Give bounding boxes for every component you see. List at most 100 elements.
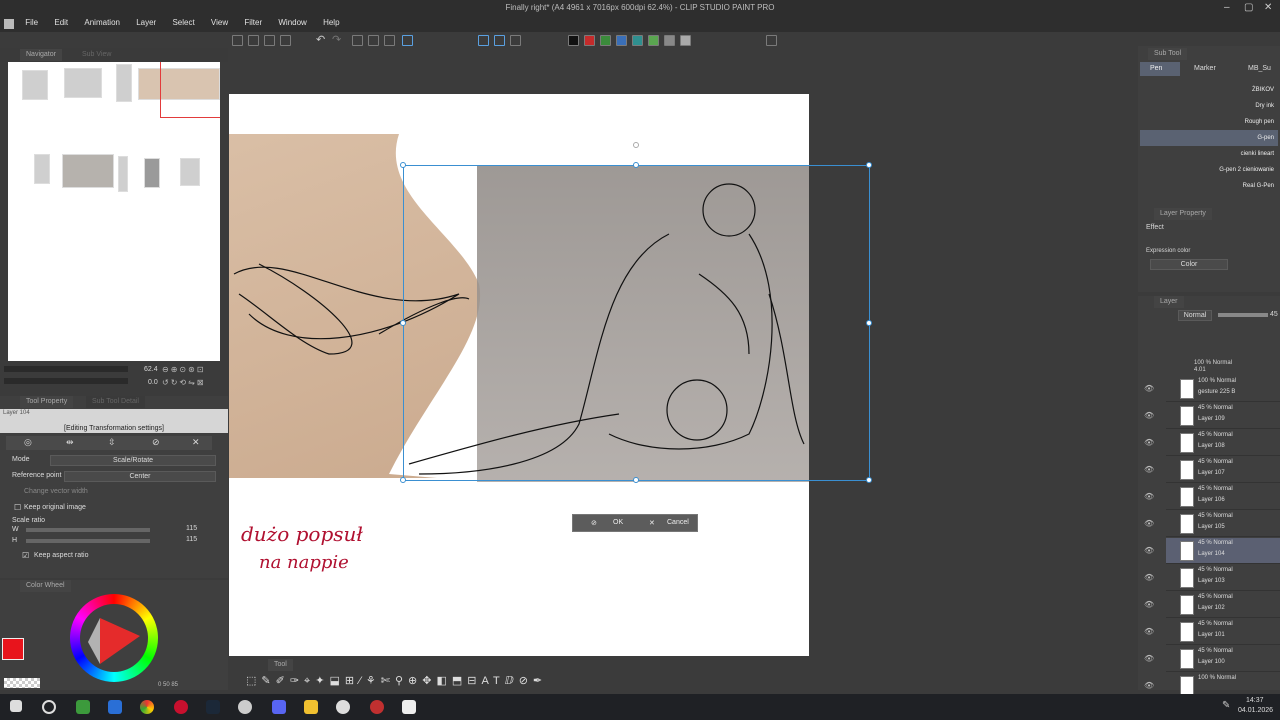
menu-file[interactable]: File [18,16,45,29]
tab-tool[interactable]: Tool [268,659,293,671]
flip-horizontal-icon[interactable]: ⇹ [66,437,74,448]
transform-handle[interactable] [400,477,406,483]
width-value[interactable]: 115 [186,525,197,532]
redo-icon[interactable]: ↷ [332,33,343,46]
teal-color-icon[interactable] [632,35,643,46]
blend-mode-select[interactable]: Normal [1178,310,1212,321]
chrome-icon[interactable] [140,700,154,714]
flip-vertical-icon[interactable]: ⇳ [108,437,116,448]
brush-item-active[interactable]: G-pen [1140,130,1278,146]
search-icon[interactable] [42,700,56,714]
menu-select[interactable]: Select [165,16,201,29]
change-vector-width-label[interactable]: Change vector width [24,488,88,495]
layer-row[interactable]: 45 % Normal Layer 105 [1166,511,1280,537]
transparent-color-swatch[interactable] [4,678,40,688]
mode-select[interactable]: Scale/Rotate [50,455,216,466]
fill-icon[interactable] [384,35,395,46]
cancel-button[interactable]: Cancel [667,519,689,526]
close-button[interactable]: ✕ [1264,2,1272,13]
menu-edit[interactable]: Edit [47,16,75,29]
keep-original-checkbox[interactable]: ☐ [14,503,21,512]
pinterest-icon[interactable] [174,700,188,714]
tab-tool-property[interactable]: Tool Property [20,396,74,408]
visibility-eye-icon[interactable]: 👁 [1144,519,1154,528]
height-slider[interactable] [26,539,150,543]
app-icon[interactable] [370,700,384,714]
cancel-icon[interactable]: ✕ [192,437,200,448]
file-explorer-icon[interactable] [304,700,318,714]
opacity-value[interactable]: 45 [1270,311,1278,318]
width-slider[interactable] [26,528,150,532]
rotation-handle[interactable] [633,142,639,148]
menu-filter[interactable]: Filter [237,16,269,29]
brush-item[interactable]: G-pen 2 cieniowanie [1140,162,1278,178]
clear-outside-icon[interactable] [368,35,379,46]
menu-window[interactable]: Window [271,16,313,29]
layer-row[interactable]: 45 % Normal Layer 107 [1166,457,1280,483]
app-icon[interactable] [108,700,122,714]
red-color-icon[interactable] [584,35,595,46]
layer-row[interactable]: 45 % Normal Layer 108 [1166,430,1280,456]
visibility-eye-icon[interactable]: 👁 [1144,546,1154,555]
visibility-eye-icon[interactable]: 👁 [1144,573,1154,582]
save-icon[interactable] [264,35,275,46]
transform-icon[interactable] [402,35,413,46]
pen-tray-icon[interactable]: ✎ [1222,700,1230,711]
transform-handle[interactable] [633,477,639,483]
layer-row[interactable]: 45 % Normal Layer 101 [1166,619,1280,645]
layer-row[interactable]: 45 % Normal Layer 109 [1166,403,1280,429]
tab-sub-tool[interactable]: Sub Tool [1148,48,1188,60]
minimize-button[interactable]: – [1224,2,1230,13]
zoom-slider[interactable] [4,366,128,372]
brush-item[interactable]: Rough pen [1140,114,1278,130]
start-icon[interactable] [10,700,22,712]
confirm-icon[interactable]: ⊘ [152,437,160,448]
layer-folder[interactable]: 100 % Normal 4.01 [1166,360,1280,374]
menu-animation[interactable]: Animation [77,16,127,29]
visibility-eye-icon[interactable]: 👁 [1144,438,1154,447]
snap-grid-icon[interactable] [510,35,521,46]
menu-layer[interactable]: Layer [129,16,163,29]
tab-sub-view[interactable]: Sub View [76,49,118,61]
tab-color-wheel[interactable]: Color Wheel [20,580,71,592]
tab-layer-property[interactable]: Layer Property [1154,208,1212,220]
group-marker[interactable]: Marker [1194,65,1216,72]
brush-item[interactable]: Real G-Pen [1140,178,1278,194]
expression-color-select[interactable]: Color [1150,259,1228,270]
main-color-swatch[interactable] [2,638,24,660]
ok-button[interactable]: OK [613,519,623,526]
group-pen[interactable]: Pen [1140,62,1180,76]
brush-item[interactable]: Dry ink [1140,98,1278,114]
height-value[interactable]: 115 [186,536,197,543]
layer-row[interactable]: 45 % Normal Layer 103 [1166,565,1280,591]
brush-item[interactable]: ŻBIKOV [1140,82,1278,98]
steam-icon[interactable] [206,700,220,714]
group-mb-su[interactable]: MB_Su [1248,65,1271,72]
visibility-eye-icon[interactable]: 👁 [1144,654,1154,663]
green-color-icon[interactable] [600,35,611,46]
new-icon[interactable] [232,35,243,46]
transform-handle[interactable] [866,320,872,326]
media-player-icon[interactable] [336,700,350,714]
zoom-buttons-icon[interactable]: ⊖⊕⊙⊛⊡ [162,365,206,374]
tab-navigator[interactable]: Navigator [20,49,62,61]
keep-aspect-checkbox[interactable]: ☑ [22,551,29,560]
maximize-button[interactable]: ▢ [1244,2,1253,13]
app-icon[interactable] [238,700,252,714]
hue-ring[interactable] [70,594,158,682]
navigator-preview[interactable] [8,62,220,361]
visibility-eye-icon[interactable]: 👁 [1144,627,1154,636]
layer-row[interactable]: 45 % Normal Layer 102 [1166,592,1280,618]
menu-view[interactable]: View [204,16,235,29]
light-gray-color-icon[interactable] [680,35,691,46]
visibility-eye-icon[interactable]: 👁 [1144,411,1154,420]
discord-icon[interactable] [272,700,286,714]
tab-layer[interactable]: Layer [1154,296,1184,308]
layer-row[interactable]: 100 % Normal gesture 225 B [1166,376,1280,402]
visibility-eye-icon[interactable]: 👁 [1144,465,1154,474]
snap-ruler-icon[interactable] [478,35,489,46]
blue-color-icon[interactable] [616,35,627,46]
transform-handle[interactable] [866,162,872,168]
gray-color-icon[interactable] [664,35,675,46]
transform-handle[interactable] [400,320,406,326]
